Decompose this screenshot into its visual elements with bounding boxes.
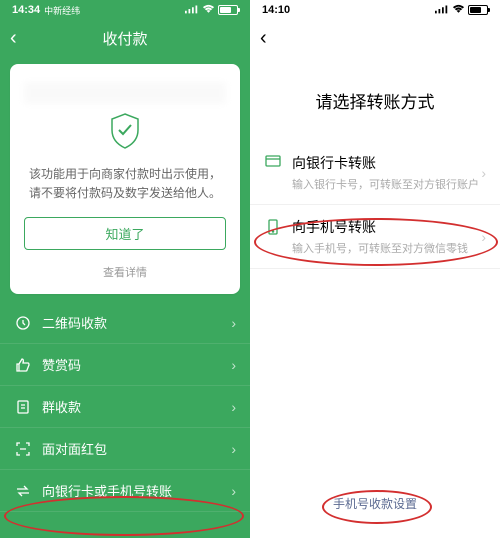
chevron-right-icon: › [231,399,236,415]
battery-icon [218,5,238,15]
page-title: 收付款 [102,28,147,49]
header: ‹ [250,20,500,56]
back-icon[interactable]: ‹ [10,27,17,50]
screen-payment: 14:34 中新经纬 ‹ 收付款 该功能用于向商家付款时出示使用，请不要将付款码… [0,0,250,538]
back-icon[interactable]: ‹ [260,27,267,50]
receipt-icon [14,399,32,415]
chevron-right-icon: › [481,229,486,245]
chevron-right-icon: › [231,483,236,499]
option-phone-number[interactable]: 向手机号转账 输入手机号，可转账至对方微信零钱 › [250,205,500,269]
status-time: 14:34 [12,4,40,16]
screen-transfer-method: 14:10 ‹ 请选择转账方式 向银行卡转账 输入银行卡号，可转账至对方银行账户… [250,0,500,538]
option-title: 向银行卡转账 [292,153,481,173]
signal-icon [185,4,199,17]
status-bar: 14:10 [250,0,500,20]
phone-collect-settings-link[interactable]: 手机号收款设置 [333,495,417,512]
phone-icon [264,219,282,235]
wifi-icon [452,4,465,17]
payment-notice-card: 该功能用于向商家付款时出示使用，请不要将付款码及数字发送给他人。 知道了 查看详… [10,64,240,294]
page-title: 请选择转账方式 [250,88,500,113]
chevron-right-icon: › [231,441,236,457]
option-subtitle: 输入手机号，可转账至对方微信零钱 [292,240,481,256]
option-subtitle: 输入银行卡号，可转账至对方银行账户 [292,176,481,192]
menu-label: 面对面红包 [42,439,231,458]
signal-icon [435,4,449,17]
transfer-icon [14,483,32,499]
wifi-icon [202,4,215,17]
view-details-link[interactable]: 查看详情 [24,264,226,280]
chevron-right-icon: › [231,357,236,373]
menu-transfer[interactable]: 向银行卡或手机号转账 › [0,470,250,512]
menu-label: 向银行卡或手机号转账 [42,481,231,500]
status-bar: 14:34 中新经纬 [0,0,250,20]
chevron-right-icon: › [231,315,236,331]
option-title: 向手机号转账 [292,217,481,237]
menu-tip-code[interactable]: 赞赏码 › [0,344,250,386]
menu-label: 赞赏码 [42,355,231,374]
menu-label: 群收款 [42,397,231,416]
card-icon [264,155,282,167]
header: ‹ 收付款 [0,20,250,56]
menu-list: 二维码收款 › 赞赏码 › 群收款 › 面对面红包 › 向银行卡或手机号转账 › [0,302,250,512]
battery-icon [468,5,488,15]
scan-icon [14,441,32,457]
got-it-button[interactable]: 知道了 [24,217,226,250]
menu-face-to-face[interactable]: 面对面红包 › [0,428,250,470]
clock-icon [14,315,32,331]
menu-qr-collect[interactable]: 二维码收款 › [0,302,250,344]
chevron-right-icon: › [481,165,486,181]
shield-check-icon [108,112,142,155]
menu-group-collect[interactable]: 群收款 › [0,386,250,428]
status-time: 14:10 [262,4,290,16]
option-bank-card[interactable]: 向银行卡转账 输入银行卡号，可转账至对方银行账户 › [250,141,500,205]
menu-label: 二维码收款 [42,313,231,332]
thumbs-up-icon [14,357,32,373]
status-carrier: 中新经纬 [44,4,80,17]
blurred-content [24,82,226,104]
notice-text: 该功能用于向商家付款时出示使用，请不要将付款码及数字发送给他人。 [24,165,226,203]
